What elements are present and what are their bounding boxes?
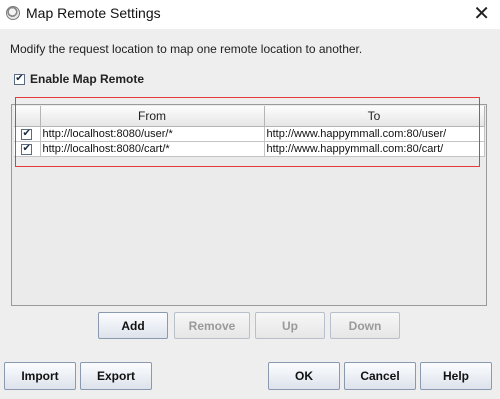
mappings-table: From To ✔ http://localhost:8080/user/* h… xyxy=(14,106,485,157)
close-icon[interactable]: ✕ xyxy=(473,2,490,24)
title-bar: Map Remote Settings ✕ xyxy=(0,0,500,29)
enable-map-remote-checkbox[interactable]: ✔ xyxy=(14,73,25,85)
export-button[interactable]: Export xyxy=(80,362,152,390)
cancel-button[interactable]: Cancel xyxy=(344,362,416,390)
remove-button[interactable]: Remove xyxy=(174,312,250,339)
enable-map-remote-label: Enable Map Remote xyxy=(30,72,145,86)
column-header-to[interactable]: To xyxy=(264,106,485,127)
enable-map-remote-row[interactable]: ✔ Enable Map Remote xyxy=(14,72,144,86)
row-from-cell[interactable]: http://localhost:8080/user/* xyxy=(40,126,265,142)
help-button[interactable]: Help xyxy=(420,362,492,390)
row-enabled-cell[interactable]: ✔ xyxy=(14,126,41,142)
import-button[interactable]: Import xyxy=(4,362,76,390)
row-enabled-checkbox[interactable]: ✔ xyxy=(21,143,33,155)
table-row[interactable]: ✔ http://localhost:8080/user/* http://ww… xyxy=(14,126,485,142)
column-header-from[interactable]: From xyxy=(40,106,265,127)
row-from-cell[interactable]: http://localhost:8080/cart/* xyxy=(40,141,265,157)
column-header-enabled[interactable] xyxy=(14,106,41,127)
charles-app-icon xyxy=(6,6,20,20)
ok-button[interactable]: OK xyxy=(268,362,340,390)
description-text: Modify the request location to map one r… xyxy=(10,42,363,56)
window-title: Map Remote Settings xyxy=(26,5,161,21)
mappings-table-panel: From To ✔ http://localhost:8080/user/* h… xyxy=(11,104,487,306)
row-enabled-checkbox[interactable]: ✔ xyxy=(21,128,33,140)
table-header-row: From To xyxy=(14,106,485,127)
down-button[interactable]: Down xyxy=(330,312,400,339)
row-to-cell[interactable]: http://www.happymmall.com:80/cart/ xyxy=(264,141,485,157)
row-enabled-cell[interactable]: ✔ xyxy=(14,141,41,157)
up-button[interactable]: Up xyxy=(255,312,325,339)
table-row[interactable]: ✔ http://localhost:8080/cart/* http://ww… xyxy=(14,141,485,157)
row-to-cell[interactable]: http://www.happymmall.com:80/user/ xyxy=(264,126,485,142)
add-button[interactable]: Add xyxy=(98,312,168,339)
